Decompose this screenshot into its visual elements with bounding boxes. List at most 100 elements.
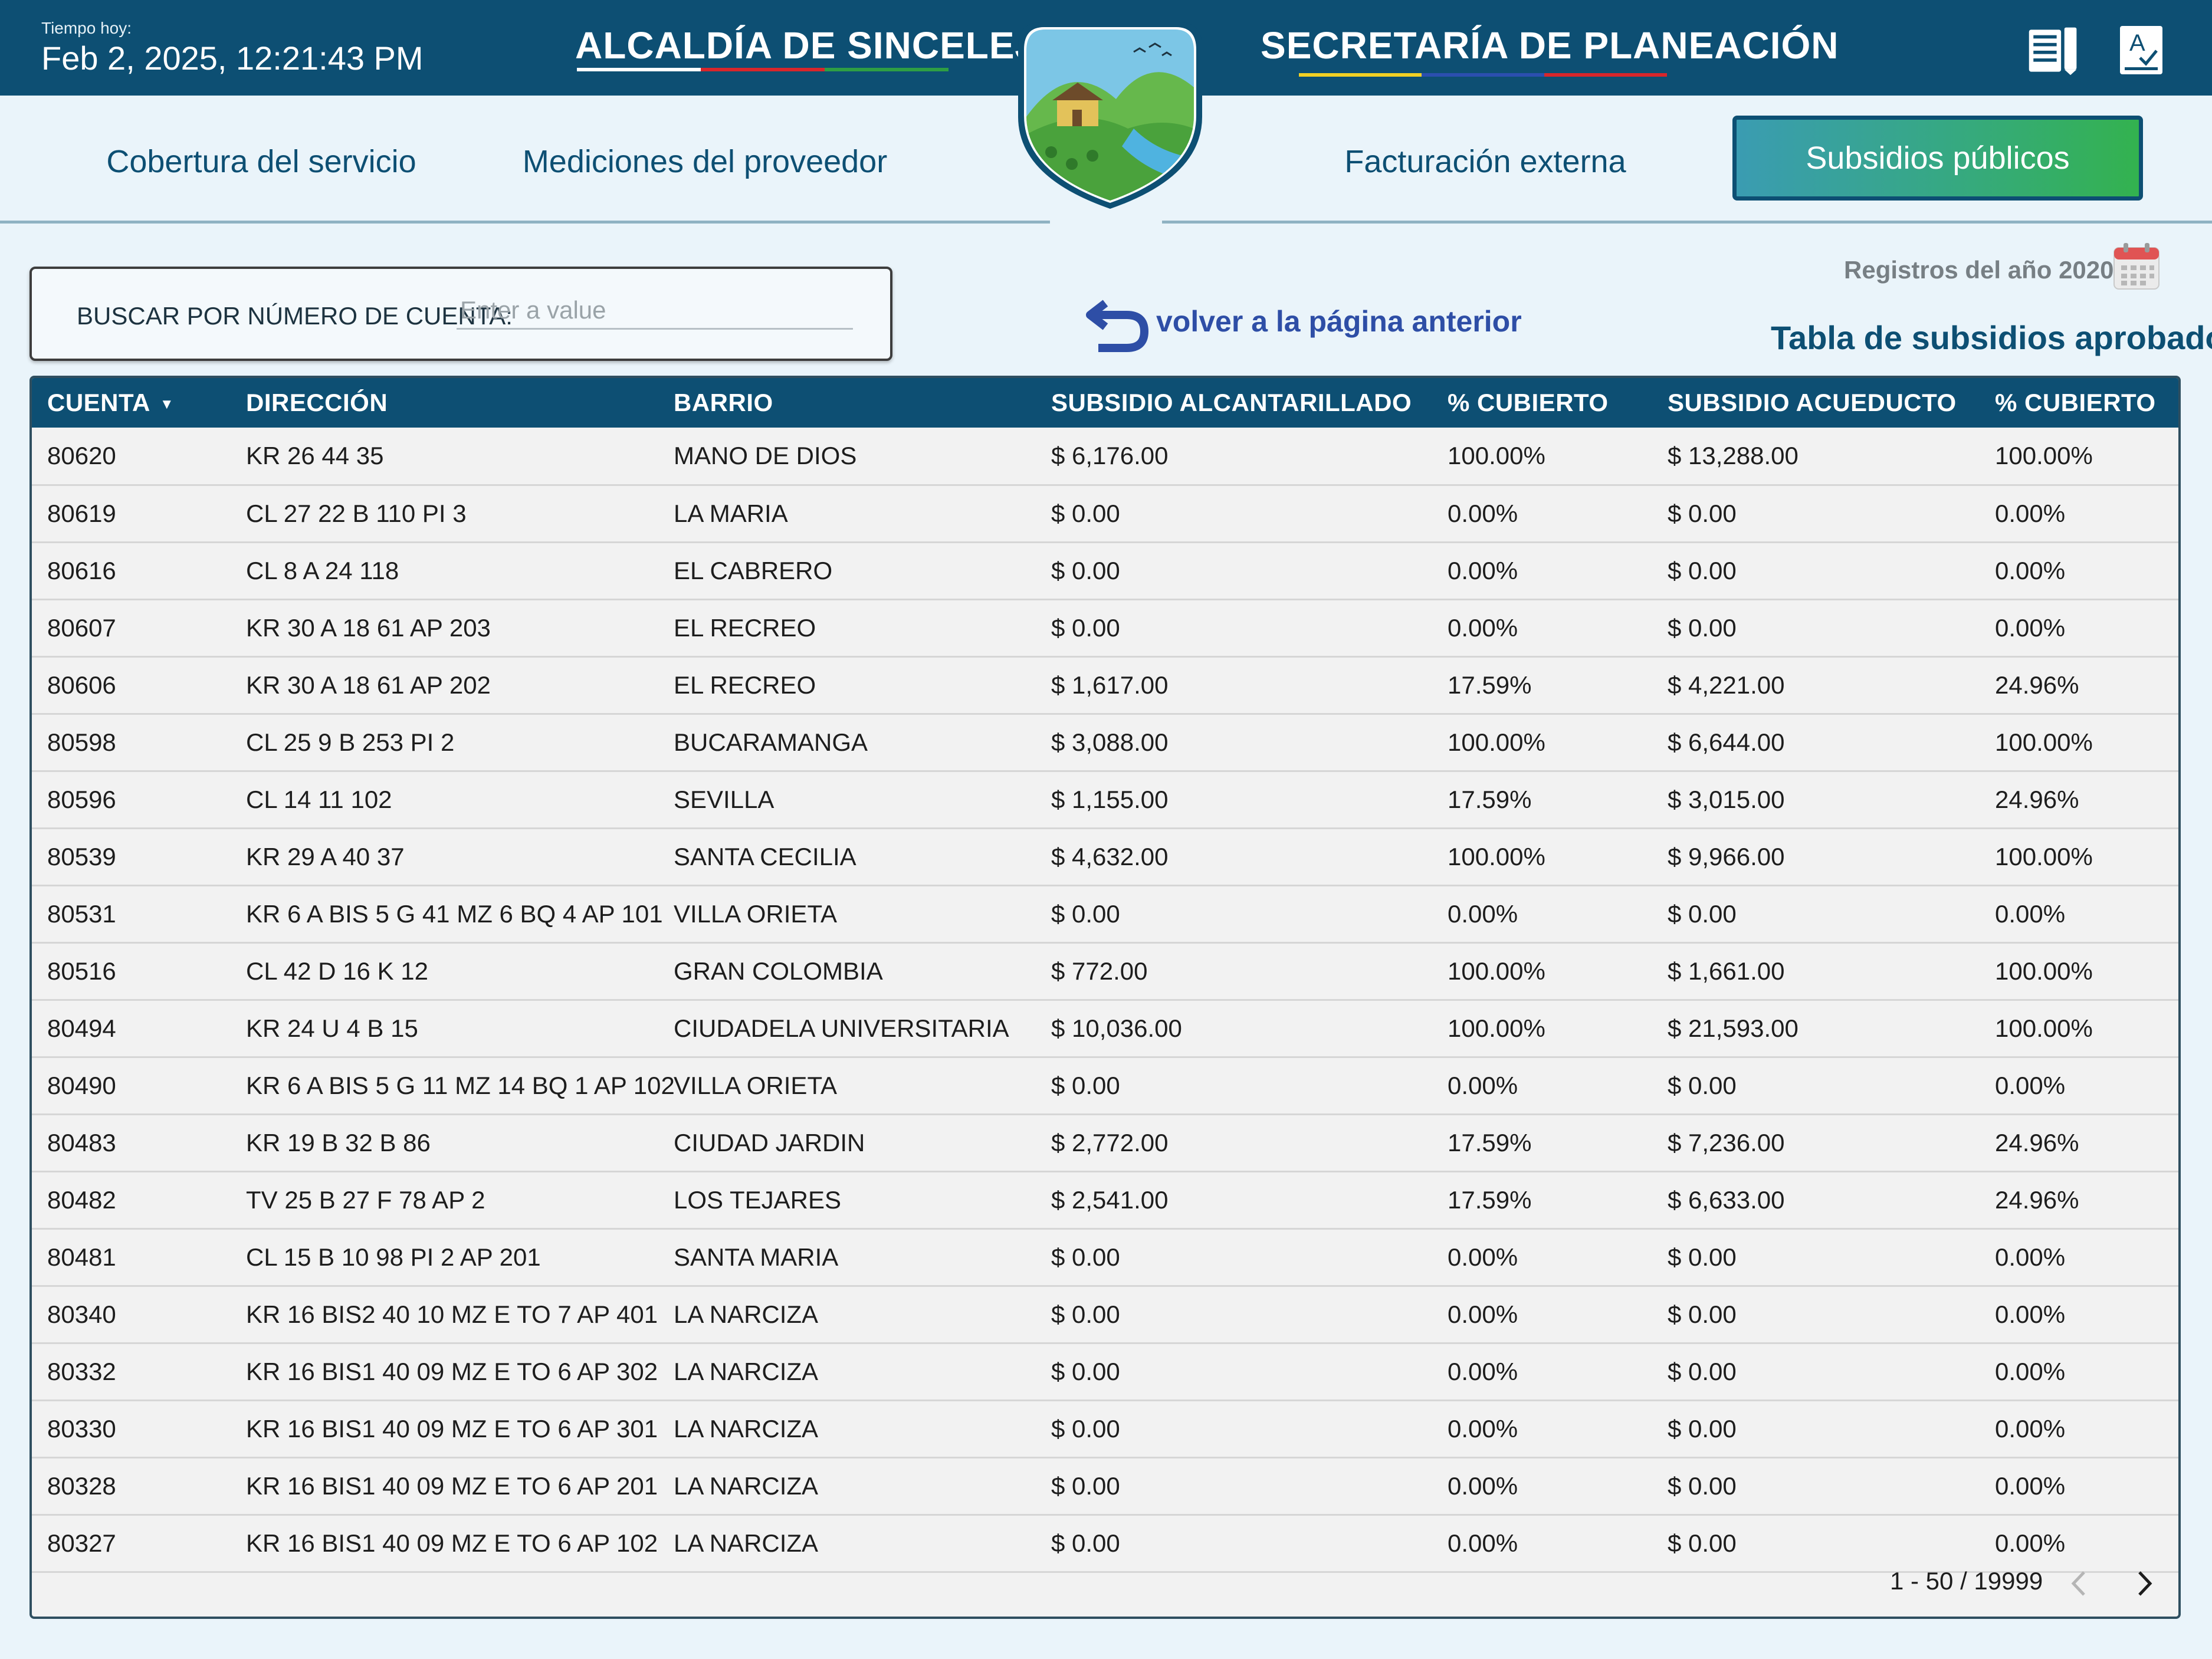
cell-subsidio-acueducto: $ 1,661.00	[1668, 957, 1785, 985]
next-page-button[interactable]	[2127, 1566, 2162, 1601]
cell-direccion: KR 30 A 18 61 AP 202	[246, 671, 491, 699]
cell-direccion: KR 26 44 35	[246, 441, 384, 469]
cell-direccion: KR 6 A BIS 5 G 41 MZ 6 BQ 4 AP 101	[246, 899, 663, 928]
table-row[interactable]: 80482 TV 25 B 27 F 78 AP 2 LOS TEJARES $ 2,…	[32, 1171, 2178, 1228]
cell-cubierto-alcantarillado: 0.00%	[1448, 899, 1518, 928]
cell-cubierto-acueducto: 0.00%	[1995, 1357, 2066, 1385]
cell-barrio: SANTA MARIA	[674, 1243, 839, 1271]
table-row[interactable]: 80616 CL 8 A 24 118 EL CABRERO $ 0.00 0.00% $…	[32, 542, 2178, 599]
cell-barrio: LA NARCIZA	[674, 1357, 819, 1385]
cell-barrio: CIUDADELA UNIVERSITARIA	[674, 1014, 1009, 1042]
tab-mediciones[interactable]: Mediciones del proveedor	[519, 118, 891, 205]
table-row[interactable]: 80340 KR 16 BIS2 40 10 MZ E TO 7 AP 401 LA…	[32, 1286, 2178, 1343]
cell-subsidio-acueducto: $ 6,633.00	[1668, 1185, 1785, 1214]
pagination: 1 - 50 / 19999	[32, 1558, 2178, 1611]
cell-subsidio-alcantarillado: $ 3,088.00	[1051, 728, 1169, 756]
cell-direccion: KR 29 A 40 37	[246, 842, 405, 870]
column-header-subsidio-alcantarillado[interactable]: SUBSIDIO ALCANTARILLADO	[1036, 378, 1432, 428]
cell-subsidio-acueducto: $ 0.00	[1668, 499, 1737, 527]
column-header-barrio[interactable]: BARRIO	[658, 378, 1036, 428]
cell-direccion: CL 25 9 B 253 PI 2	[246, 728, 455, 756]
cell-cubierto-alcantarillado: 0.00%	[1448, 1471, 1518, 1500]
cell-cubierto-alcantarillado: 17.59%	[1448, 1185, 1532, 1214]
nav-divider-right	[1162, 221, 2212, 224]
table-row[interactable]: 80481 CL 15 B 10 98 PI 2 AP 201 SANTA MARI…	[32, 1228, 2178, 1286]
cell-subsidio-alcantarillado: $ 2,772.00	[1051, 1128, 1169, 1157]
back-link[interactable]: volver a la página anterior	[1085, 289, 1522, 354]
column-header-cubierto-acueducto[interactable]: % CUBIERTO	[1980, 378, 2178, 428]
tab-facturacion[interactable]: Facturación externa	[1333, 118, 1637, 205]
cell-cubierto-acueducto: 24.96%	[1995, 1128, 2079, 1157]
cell-cubierto-acueducto: 24.96%	[1995, 1185, 2079, 1214]
cell-barrio: LOS TEJARES	[674, 1185, 841, 1214]
calendar-icon[interactable]	[2112, 242, 2161, 291]
table-row[interactable]: 80332 KR 16 BIS1 40 09 MZ E TO 6 AP 302 LA…	[32, 1343, 2178, 1400]
cell-cuenta: 80620	[47, 441, 116, 469]
cell-subsidio-acueducto: $ 0.00	[1668, 1414, 1737, 1443]
cell-cubierto-acueducto: 100.00%	[1995, 842, 2093, 870]
table-row[interactable]: 80330 KR 16 BIS1 40 09 MZ E TO 6 AP 301 LA…	[32, 1400, 2178, 1457]
table-row[interactable]: 80483 KR 19 B 32 B 86 CIUDAD JARDIN $ 2,772…	[32, 1114, 2178, 1171]
current-datetime: Feb 2, 2025, 12:21:43 PM	[41, 40, 424, 77]
cell-subsidio-acueducto: $ 9,966.00	[1668, 842, 1785, 870]
table-row[interactable]: 80539 KR 29 A 40 37 SANTA CECILIA $ 4,632.0…	[32, 828, 2178, 885]
table-row[interactable]: 80494 KR 24 U 4 B 15 CIUDADELA UNIVERSITAR…	[32, 1000, 2178, 1057]
column-header-cubierto-alcantarillado[interactable]: % CUBIERTO	[1432, 378, 1652, 428]
tab-subsidios[interactable]: Subsidios públicos	[1732, 116, 2143, 201]
table-row[interactable]: 80607 KR 30 A 18 61 AP 203 EL RECREO $ 0.00…	[32, 599, 2178, 656]
table-row[interactable]: 80516 CL 42 D 16 K 12 GRAN COLOMBIA $ 772.0…	[32, 942, 2178, 1000]
cell-subsidio-acueducto: $ 21,593.00	[1668, 1014, 1799, 1042]
table-row[interactable]: 80328 KR 16 BIS1 40 09 MZ E TO 6 AP 201 LA…	[32, 1457, 2178, 1515]
cell-cuenta: 80516	[47, 957, 116, 985]
cell-cubierto-acueducto: 0.00%	[1995, 499, 2066, 527]
cell-cubierto-alcantarillado: 0.00%	[1448, 556, 1518, 584]
cell-cuenta: 80483	[47, 1128, 116, 1157]
pagination-label: 1 - 50 / 19999	[1890, 1567, 2043, 1595]
column-header-direccion[interactable]: DIRECCIÓN	[231, 378, 658, 428]
back-link-label: volver a la página anterior	[1156, 305, 1522, 338]
cell-direccion: CL 42 D 16 K 12	[246, 957, 428, 985]
cell-subsidio-alcantarillado: $ 0.00	[1051, 1471, 1120, 1500]
cell-cuenta: 80332	[47, 1357, 116, 1385]
cell-cubierto-acueducto: 24.96%	[1995, 785, 2079, 813]
cell-direccion: KR 16 BIS1 40 09 MZ E TO 6 AP 302	[246, 1357, 658, 1385]
tab-cobertura[interactable]: Cobertura del servicio	[94, 118, 428, 205]
table-row[interactable]: 80596 CL 14 11 102 SEVILLA $ 1,155.00 17.59%…	[32, 771, 2178, 828]
table-row[interactable]: 80606 KR 30 A 18 61 AP 202 EL RECREO $ 1,61…	[32, 656, 2178, 714]
table-row[interactable]: 80598 CL 25 9 B 253 PI 2 BUCARAMANGA $ 3,08…	[32, 714, 2178, 771]
cell-subsidio-acueducto: $ 0.00	[1668, 1071, 1737, 1099]
column-header-cuenta[interactable]: CUENTA ▼	[32, 378, 231, 428]
cell-subsidio-alcantarillado: $ 4,632.00	[1051, 842, 1169, 870]
table-body: 80620 KR 26 44 35 MANO DE DIOS $ 6,176.00 10…	[32, 428, 2178, 1572]
tricolor-underline-left	[577, 68, 949, 71]
cell-cuenta: 80490	[47, 1071, 116, 1099]
cell-barrio: EL CABRERO	[674, 556, 833, 584]
chevron-right-icon	[2138, 1571, 2152, 1596]
cell-cuenta: 80598	[47, 728, 116, 756]
table-row[interactable]: 80490 KR 6 A BIS 5 G 11 MZ 14 BQ 1 AP 102…	[32, 1057, 2178, 1114]
cell-cuenta: 80330	[47, 1414, 116, 1443]
cell-barrio: EL RECREO	[674, 671, 816, 699]
column-header-subsidio-acueducto[interactable]: SUBSIDIO ACUEDUCTO	[1652, 378, 1980, 428]
account-search-input[interactable]	[457, 293, 853, 330]
cell-subsidio-alcantarillado: $ 1,155.00	[1051, 785, 1169, 813]
spellcheck-icon[interactable]: A	[2115, 24, 2168, 77]
cell-cubierto-alcantarillado: 0.00%	[1448, 1300, 1518, 1328]
cell-cuenta: 80481	[47, 1243, 116, 1271]
cell-subsidio-alcantarillado: $ 0.00	[1051, 613, 1120, 642]
tricolor-underline-right	[1299, 73, 1667, 77]
cell-cubierto-alcantarillado: 0.00%	[1448, 613, 1518, 642]
table-row[interactable]: 80531 KR 6 A BIS 5 G 41 MZ 6 BQ 4 AP 101 V…	[32, 885, 2178, 942]
cell-direccion: CL 15 B 10 98 PI 2 AP 201	[246, 1243, 541, 1271]
cell-subsidio-acueducto: $ 0.00	[1668, 1300, 1737, 1328]
previous-page-button[interactable]	[2061, 1566, 2096, 1601]
table-row[interactable]: 80619 CL 27 22 B 110 PI 3 LA MARIA $ 0.00 0.…	[32, 485, 2178, 542]
cell-cubierto-alcantarillado: 0.00%	[1448, 1414, 1518, 1443]
alcaldia-title: ALCALDÍA DE SINCELEJO	[575, 24, 1066, 67]
cell-subsidio-alcantarillado: $ 0.00	[1051, 556, 1120, 584]
cell-direccion: TV 25 B 27 F 78 AP 2	[246, 1185, 485, 1214]
cell-cubierto-acueducto: 0.00%	[1995, 613, 2066, 642]
document-icon[interactable]	[2027, 24, 2080, 77]
table-row[interactable]: 80620 KR 26 44 35 MANO DE DIOS $ 6,176.00 10…	[32, 428, 2178, 485]
cell-barrio: VILLA ORIETA	[674, 899, 837, 928]
